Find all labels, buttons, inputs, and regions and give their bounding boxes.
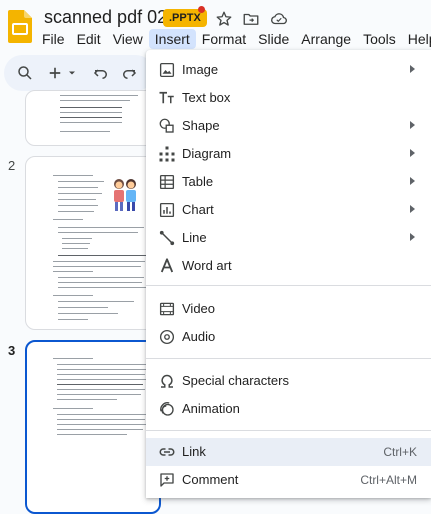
shortcut-label: Ctrl+K	[383, 445, 417, 459]
insert-audio-item[interactable]: Audio	[146, 323, 431, 351]
menu-arrange[interactable]: Arrange	[295, 29, 357, 49]
insert-video-item[interactable]: Video	[146, 295, 431, 323]
omega-icon	[161, 374, 173, 388]
submenu-arrow-icon	[410, 233, 415, 241]
insert-table-item[interactable]: Table	[146, 168, 431, 196]
slide-thumbnail-1[interactable]	[25, 90, 159, 146]
menu-help[interactable]: Help	[402, 29, 431, 49]
audio-icon	[159, 329, 175, 345]
star-icon[interactable]	[215, 10, 233, 28]
word-art-icon	[160, 258, 174, 273]
insert-word-art-item[interactable]: Word art	[146, 252, 431, 280]
notification-dot	[198, 6, 205, 13]
menu-format[interactable]: Format	[196, 29, 252, 49]
text-box-icon	[159, 91, 174, 104]
slide-number-2: 2	[8, 158, 16, 173]
diagram-icon	[159, 146, 175, 162]
comment-add-icon	[160, 473, 174, 487]
slide-thumbnail-3[interactable]	[25, 340, 161, 514]
animation-icon	[160, 402, 174, 416]
cloud-saved-icon[interactable]	[270, 10, 288, 28]
kids-illustration-icon	[114, 179, 136, 211]
redo-icon[interactable]	[120, 64, 138, 82]
add-icon[interactable]	[46, 64, 64, 82]
undo-icon[interactable]	[92, 64, 110, 82]
insert-text-box-item[interactable]: Text box	[146, 84, 431, 112]
table-icon	[159, 174, 175, 190]
document-title[interactable]: scanned pdf 02	[44, 7, 167, 28]
insert-menu-dropdown: Image Text box Shape Diagram Table Chart…	[146, 50, 431, 498]
search-icon[interactable]	[16, 64, 34, 82]
submenu-arrow-icon	[410, 121, 415, 129]
insert-comment-item[interactable]: Comment Ctrl+Alt+M	[146, 466, 431, 494]
slide-thumbnail-2[interactable]	[25, 156, 159, 330]
line-icon	[159, 230, 175, 246]
menu-edit[interactable]: Edit	[71, 29, 107, 49]
slide-number-3: 3	[8, 343, 16, 358]
move-to-folder-icon[interactable]	[242, 10, 260, 28]
slides-logo-icon[interactable]	[8, 10, 32, 43]
menu-separator	[146, 430, 431, 431]
shape-icon	[159, 118, 174, 133]
chart-icon	[159, 202, 175, 218]
menu-separator	[146, 358, 431, 359]
submenu-arrow-icon	[410, 205, 415, 213]
video-icon	[159, 302, 175, 316]
toolbar	[4, 55, 154, 91]
submenu-arrow-icon	[410, 177, 415, 185]
insert-chart-item[interactable]: Chart	[146, 196, 431, 224]
menu-view[interactable]: View	[107, 29, 149, 49]
insert-special-characters-item[interactable]: Special characters	[146, 367, 431, 395]
insert-link-item[interactable]: Link Ctrl+K	[146, 438, 431, 466]
menu-slide[interactable]: Slide	[252, 29, 295, 49]
insert-image-item[interactable]: Image	[146, 56, 431, 84]
insert-animation-item[interactable]: Animation	[146, 395, 431, 423]
insert-shape-item[interactable]: Shape	[146, 112, 431, 140]
link-icon	[159, 448, 175, 456]
menu-tools[interactable]: Tools	[357, 29, 402, 49]
submenu-arrow-icon	[410, 65, 415, 73]
submenu-arrow-icon	[410, 149, 415, 157]
insert-line-item[interactable]: Line	[146, 224, 431, 252]
chevron-down-icon[interactable]	[66, 64, 78, 82]
menu-bar: File Edit View Insert Format Slide Arran…	[36, 29, 431, 49]
menu-file[interactable]: File	[36, 29, 71, 49]
image-icon	[159, 62, 175, 78]
menu-insert[interactable]: Insert	[148, 29, 196, 49]
insert-diagram-item[interactable]: Diagram	[146, 140, 431, 168]
shortcut-label: Ctrl+Alt+M	[360, 473, 417, 487]
menu-separator	[146, 285, 431, 286]
